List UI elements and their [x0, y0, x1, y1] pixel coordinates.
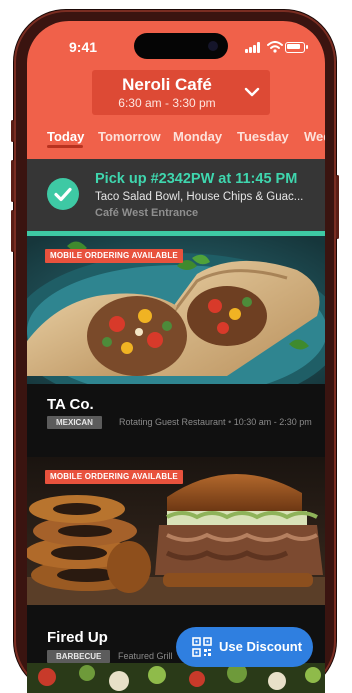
side-button — [11, 120, 14, 142]
status-bar: 9:41 — [27, 21, 325, 65]
restaurant-meta: Rotating Guest Restaurant • 10:30 am - 2… — [119, 417, 312, 427]
restaurant-type: Rotating Guest Restaurant — [119, 417, 226, 427]
side-button — [11, 160, 14, 202]
pickup-items: Taco Salad Bowl, House Chips & Guac... — [95, 191, 304, 203]
restaurant-card[interactable]: MOBILE ORDERING AVAILABLE TA Co. MEXICAN… — [27, 236, 325, 457]
app-screen: 9:41 Neroli Café 6:30 am - 3:30 pm Today… — [27, 21, 325, 693]
tab-tuesday[interactable]: Tuesday — [237, 129, 289, 144]
status-time: 9:41 — [69, 39, 98, 55]
cafe-name: Neroli Café — [122, 75, 212, 94]
app-header: 9:41 Neroli Café 6:30 am - 3:30 pm Today… — [27, 21, 325, 159]
restaurant-name: Fired Up — [47, 629, 108, 646]
status-icons — [245, 41, 309, 53]
side-button — [336, 175, 339, 239]
active-tab-indicator — [47, 145, 83, 148]
pickup-location: Café West Entrance — [95, 207, 199, 219]
use-discount-button[interactable]: Use Discount — [176, 627, 313, 667]
battery-tip — [306, 45, 308, 49]
dynamic-island — [134, 33, 228, 59]
cuisine-tag: BARBECUE — [47, 650, 111, 663]
mobile-ordering-badge: MOBILE ORDERING AVAILABLE — [45, 249, 183, 263]
check-icon — [47, 178, 79, 210]
restaurant-meta: Featured Grill — [118, 651, 173, 661]
order-status-card[interactable]: Pick up #2342PW at 11:45 PM Taco Salad B… — [27, 159, 325, 231]
meta-separator: • — [228, 417, 232, 427]
tab-tomorrow[interactable]: Tomorrow — [98, 129, 161, 144]
mobile-ordering-badge: MOBILE ORDERING AVAILABLE — [45, 470, 183, 484]
restaurant-photo-bbq: MOBILE ORDERING AVAILABLE — [27, 457, 325, 605]
restaurant-photo-salad — [27, 663, 325, 693]
restaurant-name: TA Co. — [47, 396, 94, 413]
use-discount-label: Use Discount — [219, 639, 303, 654]
tab-wednesday[interactable]: Wedn — [304, 129, 325, 144]
chevron-down-icon — [244, 87, 260, 97]
side-button — [11, 210, 14, 252]
cafe-hours: 6:30 am - 3:30 pm — [118, 96, 216, 110]
pickup-title: Pick up #2342PW at 11:45 PM — [95, 171, 298, 187]
restaurant-hours: 10:30 am - 2:30 pm — [233, 417, 312, 427]
tab-monday[interactable]: Monday — [173, 129, 222, 144]
day-tabs: Today Tomorrow Monday Tuesday Wedn — [27, 127, 325, 159]
restaurant-photo-burrito: MOBILE ORDERING AVAILABLE — [27, 236, 325, 384]
restaurant-type: Featured Grill — [118, 651, 173, 661]
battery-icon — [285, 42, 305, 53]
wifi-icon — [267, 41, 283, 53]
cuisine-tag: MEXICAN — [47, 416, 102, 429]
cafe-selector[interactable]: Neroli Café 6:30 am - 3:30 pm — [92, 70, 270, 115]
tab-today[interactable]: Today — [47, 129, 84, 144]
qr-code-icon — [192, 637, 212, 657]
